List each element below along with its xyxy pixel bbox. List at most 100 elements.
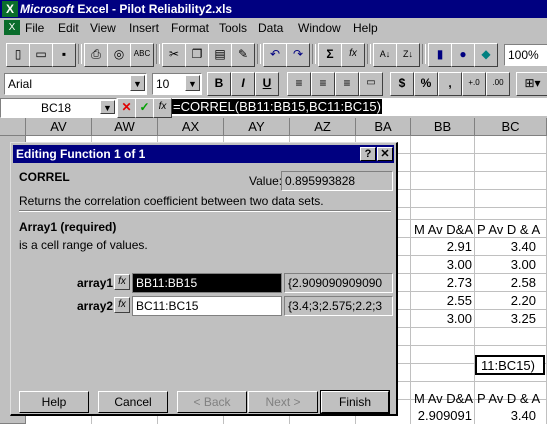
font-select[interactable]: Arial ▼ [4,73,147,95]
function-icon[interactable]: fx [114,274,130,290]
menu-insert[interactable]: Insert [129,21,159,35]
comma-button[interactable]: , [438,72,462,96]
merge-center-icon[interactable]: ▭ [359,72,383,96]
help-button[interactable]: Help [19,391,89,413]
active-cell-bc18[interactable]: 11:BC15) [475,355,545,375]
next-button[interactable]: Next > [248,391,318,413]
zoom-select[interactable]: 100% [504,44,547,66]
column-header[interactable]: BA [356,118,411,136]
function-icon[interactable]: fx [153,98,172,118]
cell-bb-header[interactable]: M Av D&A [414,221,473,238]
copy-icon[interactable]: ❐ [185,43,209,67]
sort-descending-icon[interactable]: Z↓ [396,43,420,67]
print-icon[interactable]: ⎙ [84,43,108,67]
cell-bc-value[interactable]: 2.20 [475,292,536,309]
active-cell-text: 11:BC15) [481,358,535,373]
close-icon[interactable]: ✕ [377,147,393,161]
print-preview-icon[interactable]: ◎ [107,43,131,67]
column-header[interactable]: AX [158,118,224,136]
open-icon[interactable]: ▭ [29,43,53,67]
cell-bc-value[interactable]: 3.25 [475,310,536,327]
spelling-icon[interactable]: ABC [130,43,154,67]
column-header[interactable]: AW [92,118,158,136]
chevron-down-icon[interactable]: ▼ [130,75,145,91]
currency-button[interactable]: $ [390,72,414,96]
chevron-down-icon[interactable]: ▼ [185,75,200,91]
workbook-icon[interactable]: X [4,20,20,35]
percent-button[interactable]: % [414,72,438,96]
back-button[interactable]: < Back [177,391,247,413]
cell-bc-header[interactable]: P Av D & A [477,390,540,407]
cell-bc-value[interactable]: 3.40 [475,407,536,424]
column-header[interactable]: AV [26,118,92,136]
autosum-icon[interactable]: Σ [318,43,342,67]
undo-icon[interactable]: ↶ [263,43,287,67]
cell-bb-value[interactable]: 2.909091 [411,407,472,424]
column-header[interactable]: AY [224,118,290,136]
bold-button[interactable]: B [207,72,231,96]
array1-label: array1 [77,276,114,290]
cell-bc-value[interactable]: 3.40 [475,238,536,255]
italic-button[interactable]: I [231,72,255,96]
function-wizard-dialog: Editing Function 1 of 1 ? ✕ CORREL Value… [10,142,398,416]
formula-input[interactable]: =CORREL(BB11:BB15,BC11:BC15) [172,98,547,116]
menu-format[interactable]: Format [171,21,209,35]
toolbar-separator [78,44,82,64]
align-left-icon[interactable]: ≡ [287,72,311,96]
redo-icon[interactable]: ↷ [286,43,310,67]
align-center-icon[interactable]: ≡ [311,72,335,96]
menu-edit[interactable]: Edit [58,21,79,35]
menu-view[interactable]: View [90,21,116,35]
cancel-icon[interactable]: ✕ [117,98,136,118]
increase-decimal-icon[interactable]: +.0 [462,72,486,96]
format-painter-icon[interactable]: ✎ [231,43,255,67]
align-right-icon[interactable]: ≡ [335,72,359,96]
map-icon[interactable]: ● [451,43,475,67]
dialog-title: Editing Function 1 of 1 [16,147,146,161]
array2-input[interactable]: BC11:BC15 [132,296,282,316]
toolbar-separator [367,44,371,64]
paste-icon[interactable]: ▤ [208,43,232,67]
cancel-button[interactable]: Cancel [98,391,168,413]
cell-bc-value[interactable]: 3.00 [475,256,536,273]
new-icon[interactable]: ▯ [6,43,30,67]
column-header[interactable]: BC [475,118,547,136]
menu-window[interactable]: Window [298,21,341,35]
drawing-icon[interactable]: ◆ [474,43,498,67]
select-all-corner[interactable] [0,118,26,136]
save-icon[interactable]: ▪ [52,43,76,67]
cell-bc-value[interactable]: 2.58 [475,274,536,291]
function-name: CORREL [19,170,70,184]
argument-description: is a cell range of values. [19,238,148,252]
font-size-select[interactable]: 10 ▼ [152,73,202,95]
name-box[interactable]: BC18 ▼ [0,98,117,118]
column-header[interactable]: BB [411,118,475,136]
menu-help[interactable]: Help [353,21,378,35]
chart-wizard-icon[interactable]: ▮ [428,43,452,67]
cell-bb-value[interactable]: 2.55 [411,292,472,309]
function-icon[interactable]: fx [114,297,130,313]
menu-file[interactable]: File [25,21,44,35]
help-icon[interactable]: ? [360,147,376,161]
decrease-decimal-icon[interactable]: .00 [486,72,510,96]
cut-icon[interactable]: ✂ [162,43,186,67]
cell-bb-value[interactable]: 3.00 [411,256,472,273]
menu-tools[interactable]: Tools [219,21,247,35]
menu-data[interactable]: Data [258,21,283,35]
finish-button[interactable]: Finish [320,390,390,414]
cell-bb-header[interactable]: M Av D&A [414,390,473,407]
chevron-down-icon[interactable]: ▼ [100,100,115,114]
column-header[interactable]: AZ [290,118,356,136]
borders-icon[interactable]: ⊞▾ [516,72,547,96]
excel-app-icon[interactable]: X [2,1,18,17]
function-wizard-icon[interactable]: fx [341,43,365,67]
cell-bc-header[interactable]: P Av D & A [477,221,540,238]
toolbar-separator [312,44,316,64]
array1-input[interactable]: BB11:BB15 [132,273,282,293]
cell-bb-value[interactable]: 2.73 [411,274,472,291]
sort-ascending-icon[interactable]: A↓ [373,43,397,67]
underline-button[interactable]: U [255,72,279,96]
cell-bb-value[interactable]: 2.91 [411,238,472,255]
enter-icon[interactable]: ✓ [135,98,154,118]
cell-bb-value[interactable]: 3.00 [411,310,472,327]
